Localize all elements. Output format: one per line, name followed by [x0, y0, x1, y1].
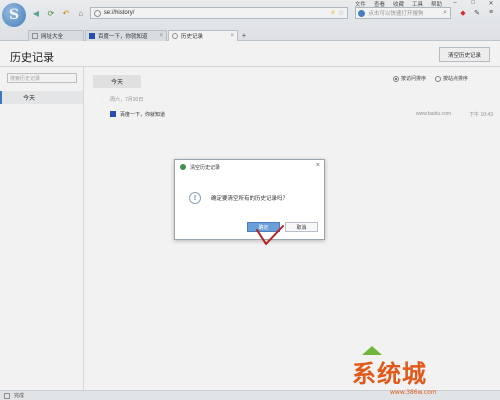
dialog-message: 确定要清空所有的历史记录吗？: [211, 196, 289, 202]
dialog-title: 清空历史记录: [190, 165, 221, 171]
watermark-text: 系统城: [352, 359, 427, 388]
clear-history-dialog: 清空历史记录 × ! 确定要清空所有的历史记录吗？ 确定 取消: [174, 159, 325, 240]
cancel-button[interactable]: 取消: [285, 222, 318, 232]
dialog-app-icon: [180, 164, 186, 170]
watermark-logo: 系统城 www.386w.com: [330, 344, 500, 400]
dialog-close-icon[interactable]: ×: [316, 162, 320, 169]
info-icon: !: [189, 192, 201, 204]
checkmark-annotation-icon: [256, 225, 284, 245]
watermark-url: www.386w.com: [390, 389, 437, 396]
